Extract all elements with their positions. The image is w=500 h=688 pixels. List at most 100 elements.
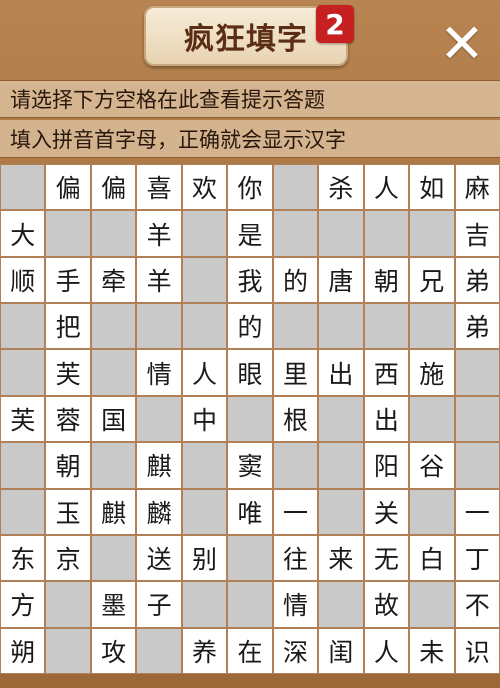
grid-cell-blocked — [181, 488, 228, 535]
grid-cell[interactable]: 故 — [363, 581, 410, 628]
grid-cell[interactable]: 麟 — [136, 488, 182, 535]
grid-cell-blocked — [45, 581, 91, 628]
grid-cell[interactable]: 来 — [318, 534, 364, 582]
grid-cell[interactable]: 弟 — [454, 303, 500, 350]
grid-cell-blocked — [272, 442, 319, 489]
grid-cell[interactable]: 我 — [227, 256, 273, 304]
grid-cell[interactable]: 欢 — [181, 164, 228, 211]
grid-cell[interactable]: 是 — [227, 210, 273, 257]
grid-cell[interactable]: 攻 — [90, 627, 137, 674]
grid-cell-blocked — [0, 488, 46, 535]
grid-cell[interactable]: 的 — [227, 303, 273, 350]
grid-cell[interactable]: 送 — [136, 534, 182, 582]
grid-cell-blocked — [0, 442, 46, 489]
grid-cell[interactable]: 出 — [318, 349, 364, 396]
grid-cell[interactable]: 子 — [136, 581, 182, 628]
grid-cell[interactable]: 芙 — [0, 395, 46, 443]
grid-cell[interactable]: 把 — [45, 303, 91, 350]
grid-cell[interactable]: 的 — [272, 256, 319, 304]
grid-cell[interactable]: 顺 — [0, 256, 46, 304]
grid-cell[interactable]: 人 — [181, 349, 228, 396]
grid-cell[interactable]: 唐 — [318, 256, 364, 304]
grid-cell[interactable]: 出 — [363, 395, 410, 443]
grid-cell[interactable]: 西 — [363, 349, 410, 396]
grid-cell[interactable]: 麒 — [90, 488, 137, 535]
hint-line-2: 填入拼音首字母，正确就会显示汉字 — [0, 120, 500, 158]
grid-cell[interactable]: 别 — [181, 534, 228, 582]
grid-cell[interactable]: 根 — [272, 395, 319, 443]
grid-cell[interactable]: 羊 — [136, 210, 182, 257]
grid-cell-blocked — [318, 210, 364, 257]
grid-cell[interactable]: 吉 — [454, 210, 500, 257]
grid-cell-blocked — [227, 395, 273, 443]
grid-cell-blocked — [272, 210, 319, 257]
grid-cell[interactable]: 施 — [409, 349, 455, 396]
grid-cell-blocked — [409, 303, 455, 350]
grid-cell[interactable]: 墨 — [90, 581, 137, 628]
grid-cell[interactable]: 朝 — [45, 442, 91, 489]
close-icon: ✕ — [439, 12, 485, 75]
grid-cell[interactable]: 识 — [454, 627, 500, 674]
grid-cell[interactable]: 东 — [0, 534, 46, 582]
grid-cell-blocked — [181, 256, 228, 304]
grid-cell[interactable]: 关 — [363, 488, 410, 535]
grid-cell[interactable]: 喜 — [136, 164, 182, 211]
grid-cell[interactable]: 偏 — [90, 164, 137, 211]
grid-cell[interactable]: 不 — [454, 581, 500, 628]
grid-cell[interactable]: 情 — [136, 349, 182, 396]
grid-cell[interactable]: 如 — [409, 164, 455, 211]
grid-cell[interactable]: 京 — [45, 534, 91, 582]
level-badge: 2 — [316, 5, 354, 43]
grid-cell[interactable]: 眼 — [227, 349, 273, 396]
grid-cell[interactable]: 情 — [272, 581, 319, 628]
grid-cell[interactable]: 一 — [272, 488, 319, 535]
grid-cell[interactable]: 白 — [409, 534, 455, 582]
grid-cell[interactable]: 杀 — [318, 164, 364, 211]
grid-cell[interactable]: 闺 — [318, 627, 364, 674]
grid-cell-blocked — [136, 395, 182, 443]
grid-cell[interactable]: 人 — [363, 627, 410, 674]
grid-cell-blocked — [363, 210, 410, 257]
grid-cell-blocked — [272, 303, 319, 350]
grid-cell[interactable]: 唯 — [227, 488, 273, 535]
grid-cell-blocked — [409, 488, 455, 535]
grid-cell-blocked — [181, 442, 228, 489]
grid-cell-blocked — [90, 303, 137, 350]
grid-cell[interactable]: 深 — [272, 627, 319, 674]
grid-cell-blocked — [90, 442, 137, 489]
grid-cell[interactable]: 玉 — [45, 488, 91, 535]
grid-cell[interactable]: 里 — [272, 349, 319, 396]
grid-cell[interactable]: 兄 — [409, 256, 455, 304]
grid-cell[interactable]: 丁 — [454, 534, 500, 582]
grid-cell[interactable]: 麻 — [454, 164, 500, 211]
grid-cell[interactable]: 一 — [454, 488, 500, 535]
grid-cell[interactable]: 人 — [363, 164, 410, 211]
grid-cell[interactable]: 牵 — [90, 256, 137, 304]
grid-cell[interactable]: 往 — [272, 534, 319, 582]
grid-cell[interactable]: 羊 — [136, 256, 182, 304]
grid-cell[interactable]: 谷 — [409, 442, 455, 489]
close-button[interactable]: ✕ — [436, 12, 488, 75]
grid-cell[interactable]: 中 — [181, 395, 228, 443]
grid-cell[interactable]: 手 — [45, 256, 91, 304]
grid-cell[interactable]: 国 — [90, 395, 137, 443]
grid-cell[interactable]: 养 — [181, 627, 228, 674]
grid-cell[interactable]: 朔 — [0, 627, 46, 674]
grid-cell[interactable]: 未 — [409, 627, 455, 674]
grid-cell[interactable]: 你 — [227, 164, 273, 211]
grid-cell[interactable]: 弟 — [454, 256, 500, 304]
grid-cell[interactable]: 阳 — [363, 442, 410, 489]
grid-cell[interactable]: 方 — [0, 581, 46, 628]
grid-cell[interactable]: 窦 — [227, 442, 273, 489]
grid-cell-blocked — [0, 164, 46, 211]
grid-cell-blocked — [90, 349, 137, 396]
grid-cell[interactable]: 无 — [363, 534, 410, 582]
grid-cell[interactable]: 芙 — [45, 349, 91, 396]
grid-cell[interactable]: 麒 — [136, 442, 182, 489]
grid-cell-blocked — [409, 395, 455, 443]
grid-cell[interactable]: 朝 — [363, 256, 410, 304]
grid-cell[interactable]: 大 — [0, 210, 46, 257]
grid-cell[interactable]: 蓉 — [45, 395, 91, 443]
grid-cell[interactable]: 在 — [227, 627, 273, 674]
grid-cell[interactable]: 偏 — [45, 164, 91, 211]
